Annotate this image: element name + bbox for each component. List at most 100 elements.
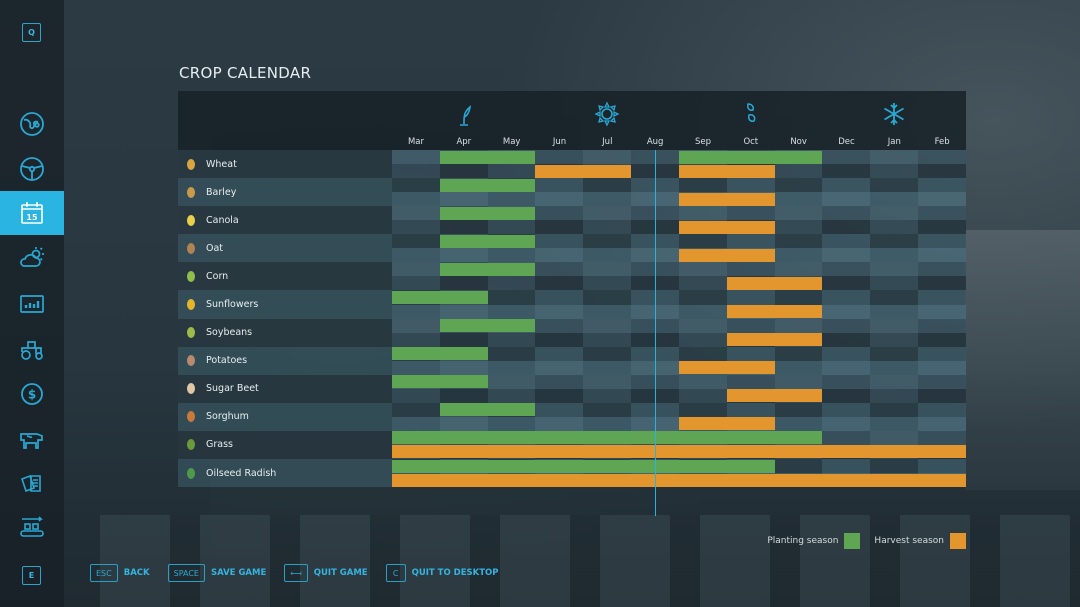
calendar-cell bbox=[487, 290, 536, 305]
sidebar-item-map[interactable] bbox=[0, 102, 64, 146]
potato-icon bbox=[184, 354, 198, 368]
legend-harvest-label: Harvest season bbox=[874, 536, 944, 546]
calendar-cell bbox=[583, 304, 632, 319]
calendar-cell bbox=[535, 220, 584, 235]
calendar-cell bbox=[583, 220, 632, 235]
harvest-bar bbox=[726, 389, 823, 403]
calendar-cell bbox=[726, 262, 775, 277]
crop-row: Sunflowers bbox=[178, 290, 966, 319]
calendar-cell bbox=[774, 234, 823, 249]
save-game-button[interactable]: SPACE SAVE GAME bbox=[167, 564, 266, 582]
calendar-cell bbox=[822, 332, 871, 347]
crop-name: Wheat bbox=[206, 158, 237, 170]
calendar-cell bbox=[822, 290, 871, 305]
sidebar: Q 15 $ E bbox=[0, 0, 64, 607]
crop-name: Oilseed Radish bbox=[206, 467, 277, 479]
calendar-cell bbox=[583, 276, 632, 291]
crop-row: Grass bbox=[178, 430, 966, 460]
quit-to-desktop-button[interactable]: C QUIT TO DESKTOP bbox=[385, 564, 498, 582]
calendar-cell bbox=[726, 374, 775, 389]
calendar-cell bbox=[774, 248, 823, 263]
back-button[interactable]: ESC BACK bbox=[90, 564, 150, 582]
calendar-cell bbox=[535, 388, 584, 403]
planting-bar bbox=[439, 150, 536, 164]
calendar-cell bbox=[392, 150, 440, 165]
quit-game-button[interactable]: ⟻ QUIT GAME bbox=[284, 564, 368, 582]
sidebar-item-production[interactable] bbox=[0, 506, 64, 550]
calendar-cell bbox=[487, 164, 536, 179]
calendar-cell bbox=[535, 262, 584, 277]
harvest-bar bbox=[678, 417, 775, 431]
sidebar-item-finances[interactable]: $ bbox=[0, 372, 64, 416]
planting-bar bbox=[392, 347, 488, 361]
crop-label: Grass bbox=[178, 431, 392, 459]
planting-swatch bbox=[844, 533, 861, 549]
calendar-cell bbox=[487, 416, 536, 431]
calendar-cell bbox=[726, 206, 775, 221]
calendar-cell bbox=[392, 164, 440, 179]
calendar-cell bbox=[870, 459, 919, 474]
calendar-cell bbox=[439, 332, 488, 347]
month-label-mar: Mar bbox=[407, 137, 425, 147]
calendar-cell bbox=[726, 178, 775, 193]
crop-label: Sugar Beet bbox=[178, 375, 392, 403]
calendar-cell bbox=[870, 290, 919, 305]
sidebar-item-animals[interactable] bbox=[0, 416, 64, 460]
calendar-cell bbox=[870, 178, 919, 193]
soybean-icon bbox=[184, 326, 198, 340]
calendar-cell bbox=[535, 402, 584, 417]
sidebar-item-vehicles[interactable] bbox=[0, 147, 64, 191]
sidebar-item-calendar[interactable]: 15 bbox=[0, 191, 64, 235]
planting-bar bbox=[392, 431, 823, 445]
calendar-cell bbox=[535, 234, 584, 249]
sidebar-item-statistics[interactable] bbox=[0, 282, 64, 326]
month-label-apr: Apr bbox=[456, 137, 472, 147]
next-page-key-hint[interactable]: E bbox=[22, 566, 41, 585]
crop-label: Barley bbox=[178, 178, 392, 206]
sidebar-item-weather[interactable] bbox=[0, 236, 64, 280]
grass-icon bbox=[184, 438, 198, 452]
calendar-cell bbox=[535, 150, 584, 165]
calendar-cell bbox=[392, 318, 440, 333]
calendar-cell bbox=[822, 234, 871, 249]
sunflower-icon bbox=[184, 298, 198, 312]
month-label-may: May bbox=[502, 137, 521, 147]
corn-icon bbox=[184, 269, 198, 283]
calendar-cell bbox=[678, 206, 727, 221]
calendar-cell bbox=[535, 346, 584, 361]
space-key-hint: SPACE bbox=[167, 564, 205, 582]
sidebar-item-garage[interactable] bbox=[0, 327, 64, 371]
calendar-cell bbox=[439, 416, 488, 431]
harvest-bar bbox=[535, 164, 632, 178]
month-label-aug: Aug bbox=[646, 137, 664, 147]
calendar-cell bbox=[822, 360, 871, 375]
calendar-cell bbox=[822, 276, 871, 291]
calendar-cell bbox=[870, 374, 919, 389]
calendar-cell bbox=[439, 304, 488, 319]
calendar-cell bbox=[439, 164, 488, 179]
crop-row: Canola bbox=[178, 206, 966, 235]
sidebar-item-contracts[interactable] bbox=[0, 462, 64, 506]
calendar-cell bbox=[583, 248, 632, 263]
calendar-cell bbox=[918, 374, 966, 389]
calendar-cell bbox=[583, 374, 632, 389]
documents-icon bbox=[20, 474, 41, 493]
calendar-cell bbox=[535, 276, 584, 291]
calendar-cell bbox=[678, 374, 727, 389]
calendar-cell bbox=[678, 262, 727, 277]
calendar-cell bbox=[678, 178, 727, 193]
wheat-icon bbox=[184, 157, 198, 171]
calendar-cell bbox=[583, 150, 632, 165]
calendar-cell bbox=[392, 360, 440, 375]
calendar-cell bbox=[870, 332, 919, 347]
calendar-cell bbox=[918, 290, 966, 305]
backspace-key-hint: ⟻ bbox=[284, 564, 308, 582]
calendar-cell bbox=[535, 248, 584, 263]
calendar-cell bbox=[870, 276, 919, 291]
calendar-cell bbox=[918, 276, 966, 291]
bar-chart-icon bbox=[20, 295, 44, 313]
harvest-bar bbox=[726, 276, 823, 290]
sun-icon bbox=[594, 101, 620, 127]
calendar-cell bbox=[439, 220, 488, 235]
prev-page-key-hint[interactable]: Q bbox=[22, 23, 41, 42]
